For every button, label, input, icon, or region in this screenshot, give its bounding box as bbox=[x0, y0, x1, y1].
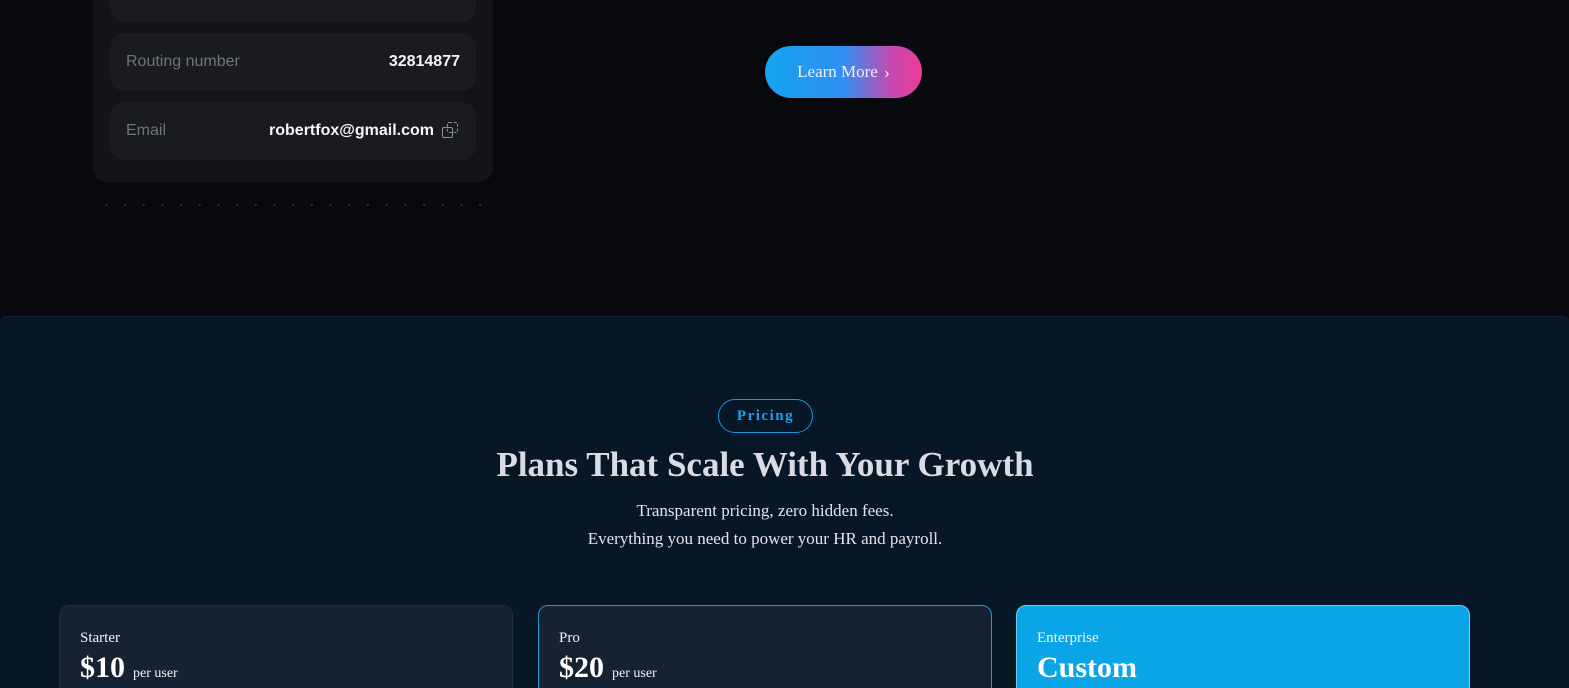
routing-number-row: Routing number 32814877 bbox=[110, 33, 476, 91]
plan-name: Starter bbox=[80, 630, 120, 646]
dot-pattern-decoration bbox=[93, 192, 493, 222]
pricing-section: Pricing Plans That Scale With Your Growt… bbox=[0, 316, 1569, 688]
routing-number-value: 32814877 bbox=[388, 53, 460, 70]
plan-name: Pro bbox=[559, 630, 580, 646]
top-section: Routing number 32814877 Email robertfox@… bbox=[0, 0, 1569, 318]
plan-name: Enterprise bbox=[1037, 630, 1099, 646]
plan-price-row: $10 per user bbox=[80, 651, 492, 685]
plan-price-row: $20 per user bbox=[559, 651, 971, 685]
email-label: Email bbox=[126, 122, 167, 139]
chevron-right-icon: › bbox=[883, 62, 890, 82]
plan-price: $10 bbox=[80, 651, 125, 684]
pricing-subtitle-line1: Transparent pricing, zero hidden fees. bbox=[636, 501, 894, 520]
plan-price-row: Custom bbox=[1037, 651, 1449, 685]
email-value: robertfox@gmail.com bbox=[269, 122, 434, 139]
bank-row-partial bbox=[110, 0, 476, 22]
pricing-title: Plans That Scale With Your Growth bbox=[496, 445, 1034, 484]
plan-price-unit: per user bbox=[133, 666, 178, 681]
plan-card-starter[interactable]: Starter $10 per user bbox=[59, 605, 513, 688]
copy-icon[interactable] bbox=[442, 122, 460, 140]
learn-more-button[interactable]: Learn More › bbox=[765, 46, 922, 98]
routing-number-label: Routing number bbox=[126, 53, 240, 70]
plan-card-enterprise[interactable]: Enterprise Custom bbox=[1016, 605, 1470, 688]
plan-price: Custom bbox=[1037, 651, 1138, 684]
bank-details-card: Routing number 32814877 Email robertfox@… bbox=[93, 0, 493, 182]
pricing-badge: Pricing bbox=[718, 399, 813, 433]
plan-price-unit: per user bbox=[612, 666, 657, 681]
email-row: Email robertfox@gmail.com bbox=[110, 102, 476, 160]
plan-card-pro[interactable]: Pro $20 per user bbox=[538, 605, 992, 688]
learn-more-label: Learn More bbox=[797, 62, 878, 81]
pricing-subtitle-line2: Everything you need to power your HR and… bbox=[587, 529, 943, 548]
plan-price: $20 bbox=[559, 651, 604, 684]
email-value-group: robertfox@gmail.com bbox=[269, 122, 460, 140]
